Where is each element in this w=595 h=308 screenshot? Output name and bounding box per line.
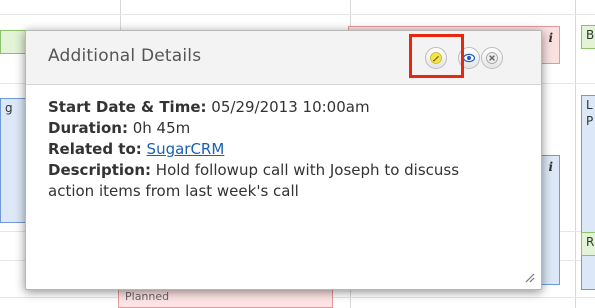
description-label: Description:	[48, 161, 152, 179]
calendar-event[interactable]: R	[581, 232, 595, 256]
related-to-row: Related to: SugarCRM	[48, 139, 519, 160]
calendar-event[interactable]: L P	[581, 95, 595, 290]
eye-icon	[462, 53, 476, 63]
calendar-event-label: R	[586, 235, 595, 249]
description-row: Description: Hold followup call with Jos…	[48, 160, 508, 202]
related-to-label: Related to:	[48, 140, 142, 158]
calendar-event-label: Planned	[125, 290, 170, 303]
start-date-value: 05/29/2013 10:00am	[211, 98, 370, 116]
calendar-event-label: P	[586, 114, 594, 128]
start-date-label: Start Date & Time:	[48, 98, 207, 116]
grid-line	[0, 14, 595, 15]
duration-value: 0h 45m	[132, 119, 191, 137]
calendar-event-label: g	[5, 101, 13, 115]
close-button[interactable]	[481, 47, 503, 69]
popup-title: Additional Details	[48, 46, 202, 66]
additional-details-popup: Additional Details Start Date & Time: 05…	[25, 30, 542, 290]
grid-line	[575, 0, 576, 308]
related-to-link[interactable]: SugarCRM	[147, 140, 225, 158]
calendar-event-label: L	[586, 98, 593, 112]
calendar-event-label: i	[548, 160, 553, 174]
calendar-event-label: i	[548, 31, 553, 45]
duration-row: Duration: 0h 45m	[48, 118, 519, 139]
start-date-row: Start Date & Time: 05/29/2013 10:00am	[48, 97, 519, 118]
edit-button-highlight	[409, 34, 464, 78]
calendar-event[interactable]: Planned	[118, 289, 333, 308]
close-icon	[486, 52, 498, 64]
resize-handle-icon[interactable]	[523, 271, 535, 283]
calendar-event[interactable]	[0, 30, 28, 54]
popup-body: Start Date & Time: 05/29/2013 10:00am Du…	[26, 85, 541, 202]
calendar-event[interactable]: B	[581, 25, 595, 49]
duration-label: Duration:	[48, 119, 128, 137]
calendar-event-label: B	[586, 28, 595, 42]
popup-header: Additional Details	[26, 31, 541, 85]
